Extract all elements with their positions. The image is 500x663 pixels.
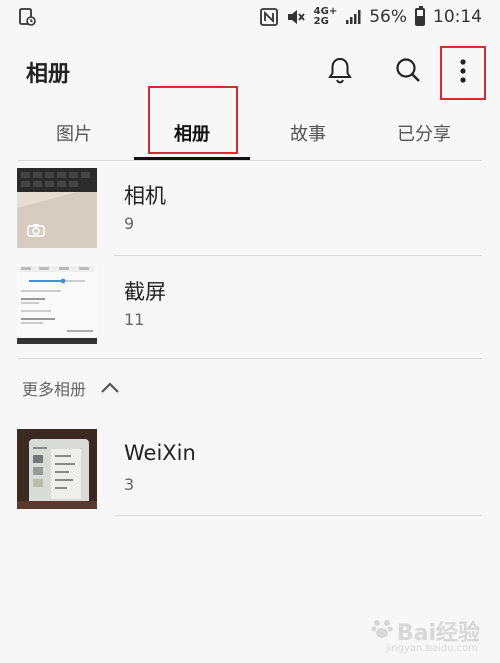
- chevron-up-icon: [100, 379, 120, 398]
- album-name: WeiXin: [124, 441, 196, 465]
- page-title: 相册: [26, 62, 71, 87]
- search-button[interactable]: [386, 50, 430, 94]
- album-name: 截屏: [124, 280, 166, 304]
- album-thumbnail: [17, 168, 97, 248]
- mute-icon: [286, 8, 306, 26]
- tab-bar: 图片 相册 故事 已分享: [0, 108, 500, 161]
- tab-shared[interactable]: 已分享: [366, 108, 482, 158]
- album-count: 11: [124, 310, 145, 329]
- divider: [18, 160, 482, 161]
- search-icon: [394, 56, 422, 88]
- bell-icon: [327, 56, 353, 88]
- camera-icon: [27, 222, 45, 241]
- more-albums-header[interactable]: 更多相册: [22, 376, 120, 400]
- album-count: 3: [124, 475, 135, 494]
- more-vert-icon: [459, 58, 467, 88]
- highlight-box: [148, 86, 238, 154]
- section-title: 更多相册: [22, 380, 87, 399]
- clock: 10:14: [433, 7, 482, 27]
- album-count: 9: [124, 214, 135, 233]
- album-item[interactable]: 截屏 11: [0, 264, 500, 354]
- album-item[interactable]: 相机 9: [0, 168, 500, 258]
- notifications-button[interactable]: [318, 50, 362, 94]
- app-bar: 相册: [0, 40, 500, 102]
- more-options-button[interactable]: [440, 46, 486, 100]
- watermark-url: jingyan.baidu.com: [385, 643, 478, 654]
- watermark: Bai经验 jingyan.baidu.com: [371, 615, 480, 654]
- nfc-icon: [259, 8, 278, 26]
- tab-stories[interactable]: 故事: [250, 108, 366, 158]
- divider: [18, 358, 482, 359]
- status-bar: 4G+ 2G 56% 10:14: [0, 0, 500, 34]
- screen-record-icon: [18, 8, 36, 26]
- album-name: 相机: [124, 184, 166, 208]
- network-label: 4G+ 2G: [313, 6, 338, 27]
- tab-pictures[interactable]: 图片: [18, 108, 130, 158]
- battery-icon: [415, 6, 425, 26]
- paw-icon: [371, 617, 393, 645]
- divider: [114, 255, 482, 256]
- battery-percent: 56%: [369, 7, 407, 27]
- divider: [114, 515, 482, 516]
- album-item[interactable]: WeiXin 3: [0, 429, 500, 519]
- signal-icon: [345, 9, 361, 25]
- album-thumbnail: [17, 264, 97, 344]
- album-thumbnail: [17, 429, 97, 509]
